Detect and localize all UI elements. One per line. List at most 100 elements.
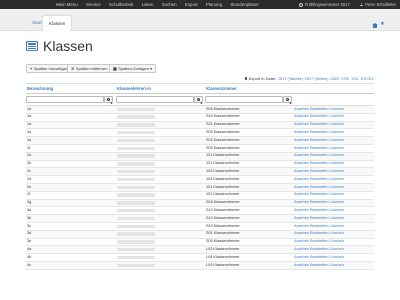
view-link[interactable]: Ansehen bbox=[294, 231, 309, 235]
view-link[interactable]: Ansehen bbox=[294, 239, 309, 243]
user-link[interactable]: Peter Schulleiter bbox=[365, 2, 396, 7]
delete-link[interactable]: Löschen bbox=[330, 107, 344, 111]
edit-link[interactable]: Bearbeiten bbox=[310, 169, 328, 173]
edit-link[interactable]: Bearbeiten bbox=[310, 153, 328, 157]
view-link[interactable]: Ansehen bbox=[294, 146, 309, 150]
edit-link[interactable]: Bearbeiten bbox=[310, 122, 328, 126]
filter-bezeichnung-input[interactable] bbox=[26, 96, 104, 103]
delete-link[interactable]: Löschen bbox=[330, 200, 344, 204]
edit-link[interactable]: Bearbeiten bbox=[310, 192, 328, 196]
edit-link[interactable]: Bearbeiten bbox=[310, 161, 328, 165]
view-link[interactable]: Ansehen bbox=[294, 247, 309, 251]
menu-item-schulbetrieb[interactable]: Schulbetrieb bbox=[109, 2, 133, 7]
delete-link[interactable]: Löschen bbox=[330, 263, 344, 267]
export-link[interactable]: EXCEL bbox=[361, 76, 374, 81]
row-actions: Ansehen Bearbeiten Löschen bbox=[294, 263, 344, 268]
edit-link[interactable]: Bearbeiten bbox=[310, 185, 328, 189]
menu-item-listen[interactable]: Listen bbox=[142, 2, 154, 7]
delete-link[interactable]: Löschen bbox=[330, 224, 344, 228]
remove-columns-button[interactable]: ✕ Spalten entfernen bbox=[67, 64, 112, 73]
delete-link[interactable]: Löschen bbox=[330, 247, 344, 251]
delete-link[interactable]: Löschen bbox=[330, 138, 344, 142]
view-link[interactable]: Ansehen bbox=[294, 177, 309, 181]
menu-item-suchen[interactable]: Suchen bbox=[162, 2, 177, 7]
delete-link[interactable]: Löschen bbox=[330, 130, 344, 134]
delete-link[interactable]: Löschen bbox=[330, 122, 344, 126]
delete-link[interactable]: Löschen bbox=[330, 185, 344, 189]
filter-klassenzimmer-button[interactable] bbox=[283, 96, 292, 103]
delete-link[interactable]: Löschen bbox=[330, 216, 344, 220]
filter-klassenlehrer-input[interactable] bbox=[116, 96, 194, 103]
view-link[interactable]: Ansehen bbox=[294, 161, 309, 165]
menu-item-mein-menu[interactable]: Mein Menu bbox=[56, 2, 78, 7]
filter-klassenzimmer-input[interactable] bbox=[205, 96, 283, 103]
add-columns-button[interactable]: + Spalten hinzufügen bbox=[26, 64, 73, 73]
delete-link[interactable]: Löschen bbox=[330, 153, 344, 157]
delete-link[interactable]: Löschen bbox=[330, 208, 344, 212]
export-link[interactable]: CSV bbox=[341, 76, 349, 81]
edit-link[interactable]: Bearbeiten bbox=[310, 107, 328, 111]
tab-klassen[interactable]: Klassen bbox=[42, 15, 73, 31]
view-link[interactable]: Ansehen bbox=[294, 153, 309, 157]
edit-link[interactable]: Bearbeiten bbox=[310, 177, 328, 181]
view-link[interactable]: Ansehen bbox=[294, 130, 309, 134]
edit-link[interactable]: Bearbeiten bbox=[310, 231, 328, 235]
tab-bar: Start Klassen ★ bbox=[0, 9, 400, 31]
delete-link[interactable]: Löschen bbox=[330, 177, 344, 181]
cell-klassenzimmer: S05 Klassenzimmer bbox=[206, 239, 240, 244]
edit-link[interactable]: Bearbeiten bbox=[310, 114, 328, 118]
export-link[interactable]: ODT (Tabelle) bbox=[278, 76, 303, 81]
edit-link[interactable]: Bearbeiten bbox=[310, 216, 328, 220]
delete-link[interactable]: Löschen bbox=[330, 192, 344, 196]
view-link[interactable]: Ansehen bbox=[294, 192, 309, 196]
edit-link[interactable]: Bearbeiten bbox=[310, 130, 328, 134]
view-link[interactable]: Ansehen bbox=[294, 185, 309, 189]
view-link[interactable]: Ansehen bbox=[294, 169, 309, 173]
view-link[interactable]: Ansehen bbox=[294, 200, 309, 204]
view-link[interactable]: Ansehen bbox=[294, 255, 309, 259]
search-icon bbox=[107, 98, 111, 102]
column-templates-button[interactable]: ▦ Spalten-Vorlagen ▾ bbox=[109, 64, 157, 73]
edit-link[interactable]: Bearbeiten bbox=[310, 239, 328, 243]
delete-link[interactable]: Löschen bbox=[330, 255, 344, 259]
export-link[interactable]: ODT (Seiten) bbox=[305, 76, 329, 81]
filter-klassenlehrer-button[interactable] bbox=[194, 96, 203, 103]
header-bezeichnung[interactable]: Bezeichnung bbox=[27, 86, 53, 91]
menu-item-planung[interactable]: Planung bbox=[206, 2, 222, 7]
delete-link[interactable]: Löschen bbox=[330, 161, 344, 165]
delete-link[interactable]: Löschen bbox=[330, 169, 344, 173]
header-klassenzimmer[interactable]: Klassenzimmer bbox=[206, 86, 237, 91]
view-link[interactable]: Ansehen bbox=[294, 208, 309, 212]
export-link[interactable]: ODS bbox=[330, 76, 339, 81]
edit-link[interactable]: Bearbeiten bbox=[310, 255, 328, 259]
star-icon[interactable]: ★ bbox=[380, 21, 385, 28]
edit-link[interactable]: Bearbeiten bbox=[310, 247, 328, 251]
edit-link[interactable]: Bearbeiten bbox=[310, 208, 328, 212]
view-link[interactable]: Ansehen bbox=[294, 107, 309, 111]
home-icon[interactable] bbox=[372, 23, 378, 28]
row-actions: Ansehen Bearbeiten Löschen bbox=[294, 138, 344, 143]
delete-link[interactable]: Löschen bbox=[330, 114, 344, 118]
menu-item-export[interactable]: Export bbox=[185, 2, 198, 7]
delete-link[interactable]: Löschen bbox=[330, 239, 344, 243]
view-link[interactable]: Ansehen bbox=[294, 122, 309, 126]
header-klassenlehrer[interactable]: Klassenlehrer/-in bbox=[117, 86, 151, 91]
edit-link[interactable]: Bearbeiten bbox=[310, 224, 328, 228]
view-link[interactable]: Ansehen bbox=[294, 216, 309, 220]
edit-link[interactable]: Bearbeiten bbox=[310, 138, 328, 142]
cell-bezeichnung: 3b bbox=[27, 215, 32, 220]
view-link[interactable]: Ansehen bbox=[294, 138, 309, 142]
view-link[interactable]: Ansehen bbox=[294, 263, 309, 267]
edit-link[interactable]: Bearbeiten bbox=[310, 263, 328, 267]
menu-item-service[interactable]: Service bbox=[86, 2, 101, 7]
menu-item-stundenplaner[interactable]: Stundenplaner bbox=[230, 2, 259, 7]
filter-bezeichnung-button[interactable] bbox=[104, 96, 113, 103]
delete-link[interactable]: Löschen bbox=[330, 231, 344, 235]
edit-link[interactable]: Bearbeiten bbox=[310, 200, 328, 204]
delete-link[interactable]: Löschen bbox=[330, 146, 344, 150]
edit-link[interactable]: Bearbeiten bbox=[310, 146, 328, 150]
view-link[interactable]: Ansehen bbox=[294, 224, 309, 228]
view-link[interactable]: Ansehen bbox=[294, 114, 309, 118]
semester-link[interactable]: Frühlingssemester 2017 bbox=[305, 2, 350, 7]
export-link[interactable]: XSL bbox=[351, 76, 359, 81]
